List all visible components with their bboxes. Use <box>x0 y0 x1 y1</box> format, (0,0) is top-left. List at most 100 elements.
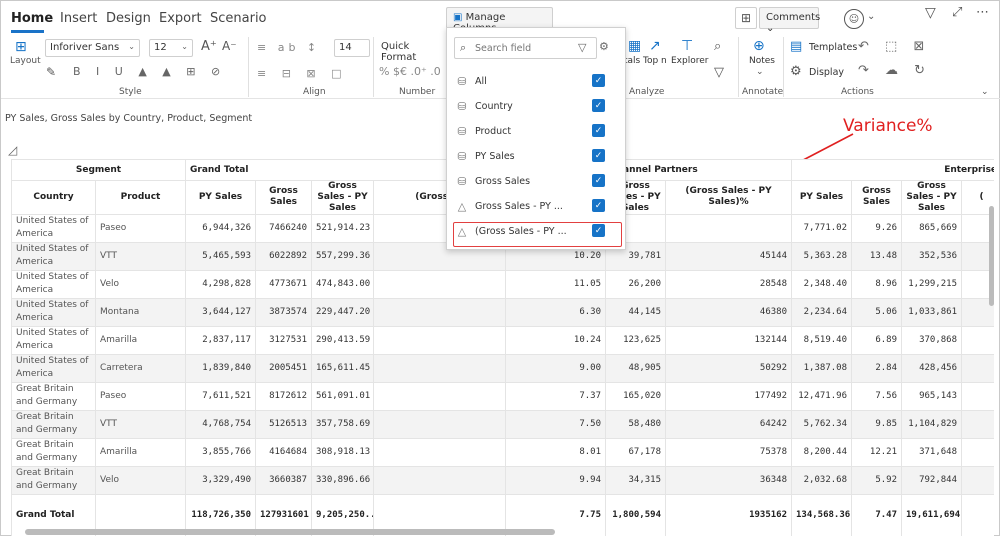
value-cell[interactable]: 36348 <box>665 465 792 495</box>
value-cell[interactable]: 6,944,326 <box>185 213 256 243</box>
row-label-cell[interactable]: United States of America <box>11 241 96 271</box>
row-label-cell[interactable]: Great Britain and Germany <box>11 381 96 411</box>
value-cell[interactable]: 965,143 <box>901 381 962 411</box>
value-cell[interactable]: 132144 <box>665 325 792 355</box>
checkbox[interactable]: ✓ <box>592 199 605 212</box>
field-item[interactable]: ⛁ All ✓ <box>455 70 615 92</box>
horizontal-scrollbar[interactable] <box>25 529 555 535</box>
col-header-gross-sales[interactable]: Gross Sales <box>255 179 312 215</box>
row-label-cell[interactable]: Great Britain and Germany <box>11 409 96 439</box>
value-cell[interactable] <box>373 297 506 327</box>
vertical-scrollbar[interactable] <box>989 206 994 306</box>
templates-icon[interactable]: ▤ <box>790 39 802 54</box>
value-cell[interactable]: 370,868 <box>901 325 962 355</box>
display-label[interactable]: Display <box>809 67 844 78</box>
value-cell[interactable]: 229,447.20 <box>311 297 374 327</box>
font-grow-icon[interactable]: A⁺ <box>201 39 217 54</box>
font-shrink-icon[interactable]: A⁻ <box>222 39 237 53</box>
value-cell[interactable]: 44,145 <box>605 297 666 327</box>
value-cell[interactable] <box>960 353 994 383</box>
number-select[interactable]: 14 <box>334 39 370 57</box>
value-cell[interactable]: 3873574 <box>255 297 312 327</box>
comment-add-icon[interactable]: ⊞ <box>735 7 757 29</box>
value-cell[interactable]: 3,329,490 <box>185 465 256 495</box>
totals-icon[interactable]: ▦ <box>628 38 641 54</box>
value-cell[interactable]: 7.56 <box>851 381 902 411</box>
value-cell[interactable]: 4,298,828 <box>185 269 256 299</box>
more-options-icon[interactable]: ⋯ <box>976 5 989 20</box>
align-icons[interactable]: ≡ ab ↕ <box>257 41 320 54</box>
value-cell[interactable]: 1,839,840 <box>185 353 256 383</box>
value-cell[interactable]: 4,768,754 <box>185 409 256 439</box>
value-cell[interactable]: 134,568.36 <box>791 493 852 536</box>
user-avatar-icon[interactable]: ☺ <box>844 9 864 29</box>
value-cell[interactable]: 7,611,521 <box>185 381 256 411</box>
manage-columns-button[interactable]: ▣ Manage Columns ⌄ <box>446 7 553 34</box>
tab-design[interactable]: Design <box>106 11 151 26</box>
col-header-py-sales[interactable]: PY Sales <box>185 179 256 215</box>
value-cell[interactable]: 46380 <box>665 297 792 327</box>
value-cell[interactable]: 2,837,117 <box>185 325 256 355</box>
value-cell[interactable] <box>373 325 506 355</box>
notes-label[interactable]: Notes <box>749 56 775 66</box>
value-cell[interactable] <box>373 269 506 299</box>
value-cell[interactable]: 7.50 <box>505 409 606 439</box>
value-cell[interactable]: 8,200.44 <box>791 437 852 467</box>
value-cell[interactable]: 3,644,127 <box>185 297 256 327</box>
value-cell[interactable] <box>373 381 506 411</box>
row-label-cell[interactable]: Great Britain and Germany <box>11 437 96 467</box>
gear-icon[interactable]: ⚙ <box>599 40 609 53</box>
chevron-down-icon[interactable]: ⌄ <box>867 11 875 22</box>
col-header-product[interactable]: Product <box>95 179 186 215</box>
gear-icon[interactable]: ⚙ <box>790 64 802 79</box>
value-cell[interactable]: 6.30 <box>505 297 606 327</box>
value-cell[interactable]: 521,914.23 <box>311 213 374 243</box>
value-cell[interactable]: 64242 <box>665 409 792 439</box>
value-cell[interactable]: 67,178 <box>605 437 666 467</box>
row-label-cell[interactable]: Amarilla <box>95 325 186 355</box>
checkbox[interactable]: ✓ <box>592 124 605 137</box>
value-cell[interactable]: 1,387.08 <box>791 353 852 383</box>
value-cell[interactable]: 19,611,694 <box>901 493 962 536</box>
row-label-cell[interactable]: Amarilla <box>95 437 186 467</box>
value-cell[interactable]: 11.05 <box>505 269 606 299</box>
checkbox[interactable]: ✓ <box>592 99 605 112</box>
value-cell[interactable]: 1,033,861 <box>901 297 962 327</box>
value-cell[interactable]: 1935162 <box>665 493 792 536</box>
value-cell[interactable]: 8172612 <box>255 381 312 411</box>
filter-icon[interactable]: ▽ <box>578 41 586 54</box>
value-cell[interactable]: 8.01 <box>505 437 606 467</box>
value-cell[interactable]: 357,758.69 <box>311 409 374 439</box>
value-cell[interactable] <box>960 493 994 536</box>
field-item[interactable]: ⛁ PY Sales ✓ <box>455 145 615 167</box>
value-cell[interactable]: 26,200 <box>605 269 666 299</box>
top-n-icon[interactable]: ↗ <box>649 38 661 54</box>
templates-label[interactable]: Templates <box>809 42 857 53</box>
explorer-label[interactable]: Explorer <box>671 56 708 66</box>
value-cell[interactable]: 308,918.13 <box>311 437 374 467</box>
row-label-cell[interactable]: Carretera <box>95 353 186 383</box>
checkbox[interactable]: ✓ <box>592 149 605 162</box>
value-cell[interactable]: 371,648 <box>901 437 962 467</box>
value-cell[interactable]: 2,032.68 <box>791 465 852 495</box>
chevron-down-icon[interactable]: ⌄ <box>756 67 764 77</box>
value-cell[interactable]: 474,843.00 <box>311 269 374 299</box>
value-cell[interactable]: 3,855,766 <box>185 437 256 467</box>
value-cell[interactable]: 5,363.28 <box>791 241 852 271</box>
value-cell[interactable]: 1,299,215 <box>901 269 962 299</box>
layout-icon[interactable]: ⊞ <box>15 39 27 55</box>
font-size-select[interactable]: 12 ⌄ <box>149 39 193 57</box>
value-cell[interactable]: 865,669 <box>901 213 962 243</box>
value-cell[interactable]: 9.85 <box>851 409 902 439</box>
row-label-cell[interactable]: United States of America <box>11 353 96 383</box>
row-label-cell[interactable]: United States of America <box>11 297 96 327</box>
value-cell[interactable]: 9.00 <box>505 353 606 383</box>
value-cell[interactable] <box>373 409 506 439</box>
value-cell[interactable] <box>960 465 994 495</box>
value-cell[interactable]: 557,299.36 <box>311 241 374 271</box>
value-cell[interactable]: 165,611.45 <box>311 353 374 383</box>
value-cell[interactable]: 2005451 <box>255 353 312 383</box>
field-item[interactable]: △ Gross Sales - PY ... ✓ <box>455 195 615 217</box>
notes-icon[interactable]: ⊕ <box>753 38 765 54</box>
search-icon[interactable]: ⌕ <box>714 39 721 54</box>
